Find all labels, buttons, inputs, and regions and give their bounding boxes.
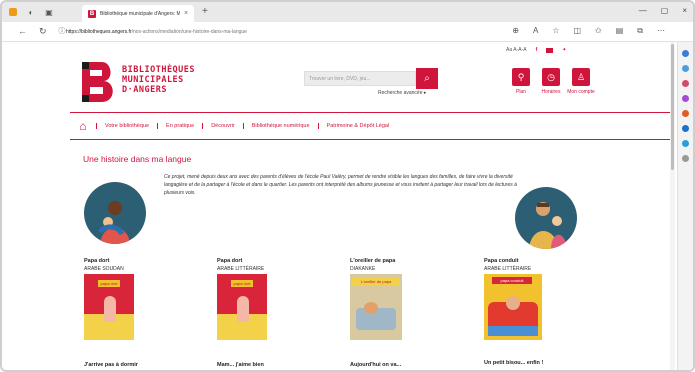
book-card[interactable]: L'oreiller de papa DIAKANKE L'oreiller d… xyxy=(350,258,422,340)
favicon-icon: B xyxy=(88,9,96,18)
facebook-icon[interactable]: f xyxy=(536,47,538,53)
book-language: ARABE SOUDAN xyxy=(84,266,124,272)
menu-decouvrir[interactable]: Découvrir xyxy=(202,123,243,129)
close-window-button[interactable]: × xyxy=(682,6,687,15)
url-field[interactable]: https://bibliotheques.angers.fr /nos-act… xyxy=(66,25,366,38)
window-controls: — ▢ × xyxy=(639,6,687,15)
scrollbar-thumb[interactable] xyxy=(671,44,674,170)
url-path: /nos-actions/mediation/une-histoire-dans… xyxy=(131,28,247,35)
book-title[interactable]: Mam... j'aime bien xyxy=(217,362,264,368)
book-cover[interactable]: papa dort xyxy=(84,274,134,340)
book-title: Papa conduit xyxy=(484,258,519,264)
twitter-icon[interactable]: ✦ xyxy=(562,47,566,53)
search-input[interactable]: Trouver un livre, DVD, jeu... xyxy=(304,71,416,86)
menu-en-pratique[interactable]: En pratique xyxy=(157,123,202,129)
office-icon[interactable] xyxy=(682,110,689,117)
tab-close-button[interactable]: × xyxy=(184,10,188,17)
page-title: Une histoire dans ma langue xyxy=(83,154,192,164)
search-sidebar-icon[interactable] xyxy=(682,50,689,57)
home-icon[interactable]: ⌂ xyxy=(70,119,96,133)
info-icon[interactable]: ⓘ xyxy=(59,26,66,37)
tab-title: Bibliothèque municipale d'Angers: Mu... xyxy=(100,10,180,17)
book-card[interactable]: Papa conduit ARABE LITTÉRAIRE papa condu… xyxy=(484,258,556,340)
menu-bibliotheque-numerique[interactable]: Bibliothèque numérique xyxy=(242,123,318,129)
menu-votre-bibliotheque[interactable]: Votre bibliothèque xyxy=(96,123,157,129)
user-icon: ♙ xyxy=(572,68,590,86)
browser-window: ◐ ▣ B Bibliothèque municipale d'Angers: … xyxy=(0,0,695,372)
logo-line-3: D·ANGERS xyxy=(122,85,167,95)
tab-active[interactable]: B Bibliothèque municipale d'Angers: Mu..… xyxy=(82,5,194,22)
search-icon: ⌕ xyxy=(424,73,430,84)
minimize-button[interactable]: — xyxy=(639,6,647,15)
account-label: Mon compte xyxy=(567,89,595,95)
logo-line-1: BIBLIOTHÈQUES xyxy=(122,65,196,75)
book-title: L'oreiller de papa xyxy=(350,258,396,264)
intro-text: Ce projet, mené depuis deux ans avec des… xyxy=(164,174,517,196)
cover-title: papa dort xyxy=(231,280,253,287)
edge-sidebar xyxy=(677,42,693,370)
book-cover[interactable]: L'oreiller de papa xyxy=(350,274,402,340)
book-title[interactable]: Aujourd'hui on va... xyxy=(350,362,401,368)
book-title: Papa dort xyxy=(84,258,110,264)
logo-text[interactable]: BIBLIOTHÈQUES MUNICIPALES D·ANGERS xyxy=(122,65,195,95)
youtube-icon[interactable] xyxy=(546,47,554,53)
book-language: ARABE LITTÉRAIRE xyxy=(484,266,532,272)
account-button[interactable]: ♙ Mon compte xyxy=(563,68,599,95)
tab-actions-icon[interactable]: ▣ xyxy=(42,6,56,18)
read-aloud-icon[interactable]: A xyxy=(533,26,538,36)
cover-title: papa dort xyxy=(98,280,120,287)
favorite-star-icon[interactable]: ☆ xyxy=(552,26,559,36)
book-card[interactable]: Papa dort ARABE LITTÉRAIRE papa dort xyxy=(217,258,289,340)
book-cover[interactable]: papa conduit xyxy=(484,274,542,340)
collections-icon[interactable]: ▤ xyxy=(616,26,624,36)
zoom-icon[interactable]: ⊕ xyxy=(512,26,519,36)
map-icon: ⚲ xyxy=(512,68,530,86)
accessibility-text[interactable]: Aa A-A-A xyxy=(506,47,527,53)
book-language: DIAKANKE xyxy=(350,266,376,272)
extensions-icon[interactable]: ⧉ xyxy=(637,26,643,36)
book-title[interactable]: Un petit bisou... enfin ! xyxy=(484,360,543,366)
book-cover[interactable]: papa dort xyxy=(217,274,267,340)
more-icon[interactable]: ⋯ xyxy=(657,26,665,36)
add-sidebar-icon[interactable] xyxy=(682,155,689,162)
main-menu: ⌂ Votre bibliothèque En pratique Découvr… xyxy=(70,112,670,140)
advanced-search-link[interactable]: Recherche avancée ▸ xyxy=(378,90,426,96)
logo-b-icon[interactable] xyxy=(80,60,118,104)
scrollbar[interactable] xyxy=(670,42,675,370)
illustration-right xyxy=(515,187,577,249)
social-links: Aa A-A-A f ✦ xyxy=(506,47,566,53)
clock-icon: ◷ xyxy=(542,68,560,86)
refresh-icon[interactable]: ↻ xyxy=(39,26,47,37)
games-icon[interactable] xyxy=(682,95,689,102)
workspaces-icon[interactable]: ◐ xyxy=(24,6,38,18)
book-card[interactable]: Papa dort ARABE SOUDAN papa dort xyxy=(84,258,156,340)
drop-icon[interactable] xyxy=(682,140,689,147)
search-button[interactable]: ⌕ xyxy=(416,68,438,89)
illustration-left xyxy=(84,182,146,244)
outlook-icon[interactable] xyxy=(682,125,689,132)
book-language: ARABE LITTÉRAIRE xyxy=(217,266,265,272)
new-tab-button[interactable]: + xyxy=(202,6,208,17)
tools-icon[interactable] xyxy=(682,80,689,87)
shopping-icon[interactable] xyxy=(682,65,689,72)
logo-line-2: MUNICIPALES xyxy=(122,75,184,85)
favorites-icon[interactable]: ✩ xyxy=(595,26,602,36)
address-bar: ← ↻ ⓘ https://bibliotheques.angers.fr /n… xyxy=(2,22,693,42)
back-icon[interactable]: ← xyxy=(18,26,27,37)
book-title: Papa dort xyxy=(217,258,243,264)
cover-title: papa conduit xyxy=(492,277,532,284)
cover-title: L'oreiller de papa xyxy=(352,278,400,286)
book-title[interactable]: J'arrive pas à dormir xyxy=(84,362,138,368)
menu-patrimoine[interactable]: Patrimoine & Dépôt Légal xyxy=(317,123,398,129)
split-screen-icon[interactable]: ◫ xyxy=(573,26,581,36)
profile-icon[interactable] xyxy=(6,6,20,18)
url-host: https://bibliotheques.angers.fr xyxy=(66,28,132,35)
maximize-button[interactable]: ▢ xyxy=(661,6,669,15)
